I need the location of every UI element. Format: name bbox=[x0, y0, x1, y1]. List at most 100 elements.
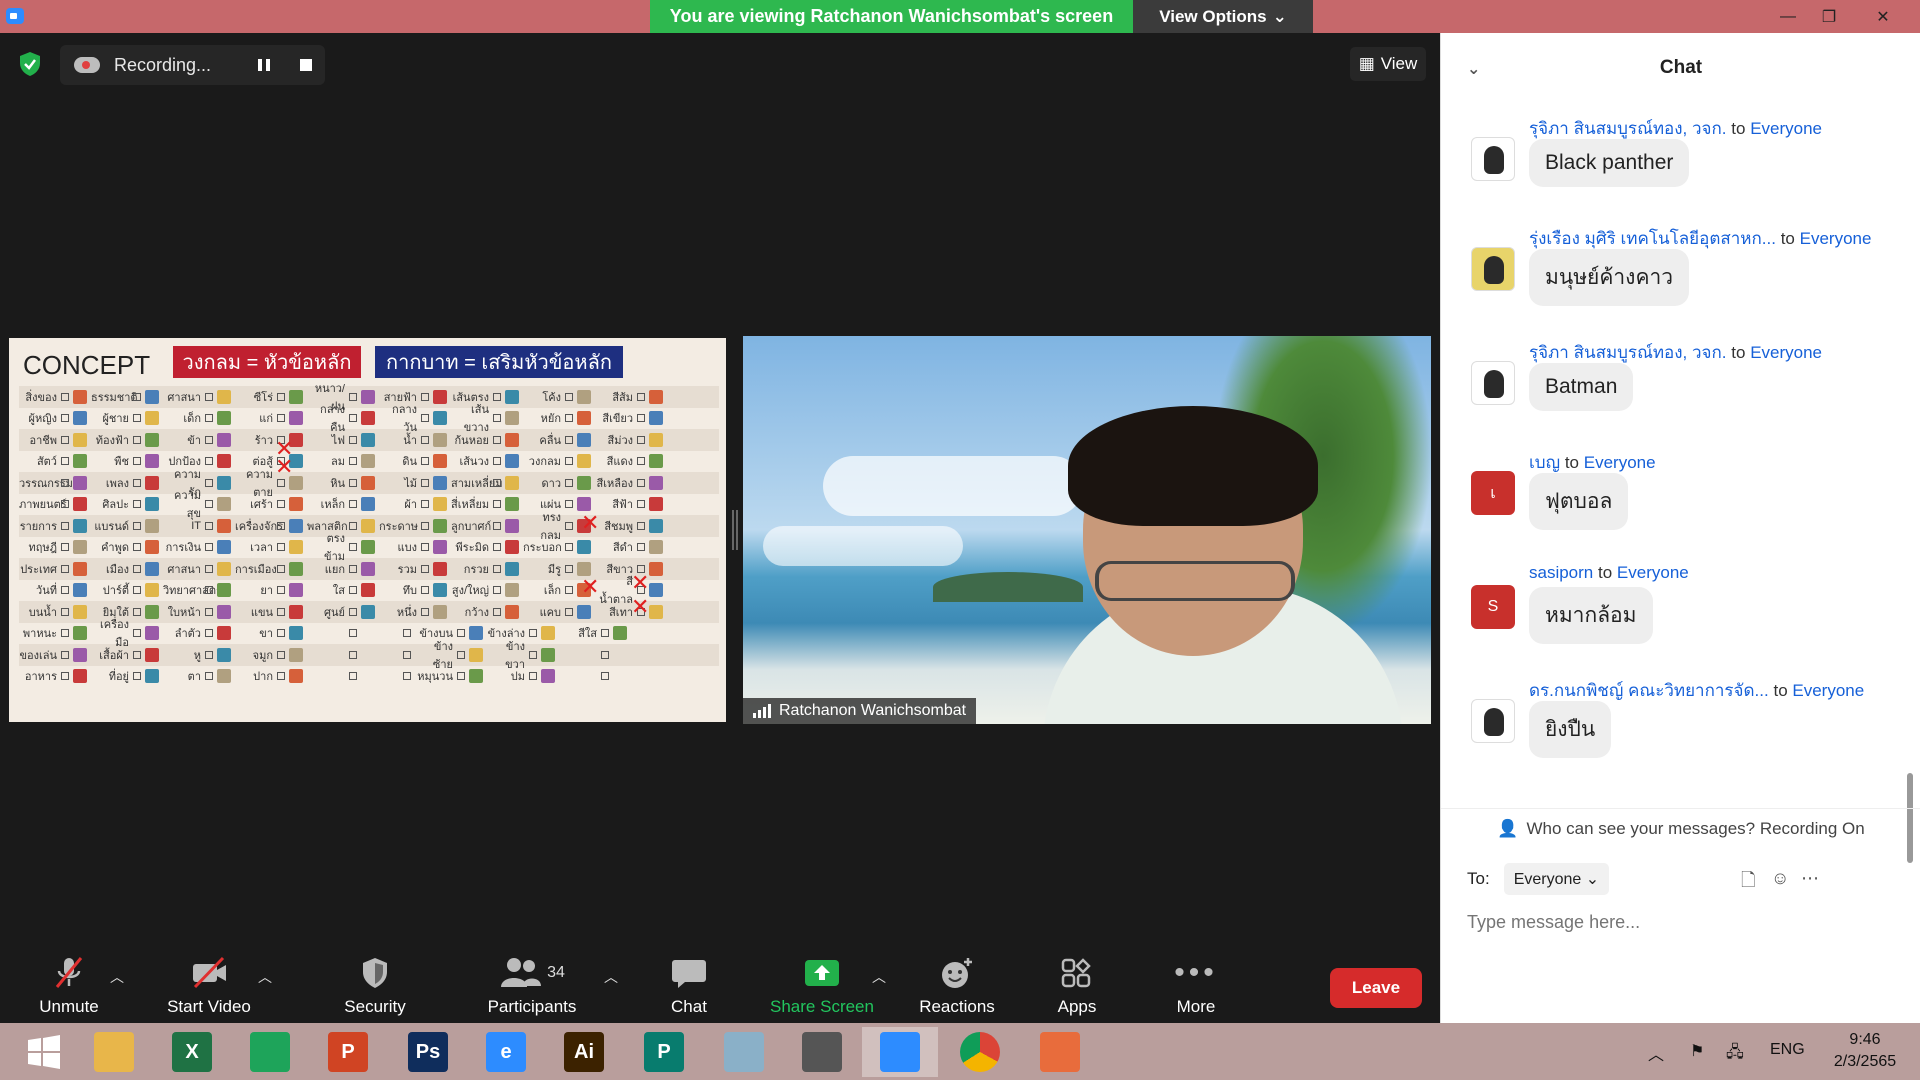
slide-cell-label: คลื่น bbox=[539, 434, 561, 447]
slide-cell-label: สีชมพู bbox=[604, 520, 633, 533]
checkbox-icon bbox=[349, 521, 357, 530]
chat-recipient[interactable]: Everyone bbox=[1750, 343, 1822, 362]
chat-message-list[interactable]: รุจิภา สินสมบูรณ์ทอง, วจก. to Everyone Bl… bbox=[1441, 103, 1920, 808]
input-language[interactable]: ENG bbox=[1770, 1041, 1805, 1059]
participants-options-caret[interactable]: ︿ bbox=[604, 967, 618, 987]
taskbar-publisher-button[interactable]: P bbox=[626, 1027, 702, 1077]
participants-icon bbox=[501, 958, 542, 987]
checkbox-icon bbox=[403, 672, 411, 681]
checkbox-icon bbox=[637, 521, 645, 530]
security-button[interactable]: Security bbox=[328, 943, 422, 1023]
view-button[interactable]: ▦ View bbox=[1350, 47, 1426, 81]
taskbar-chrome-button[interactable] bbox=[942, 1027, 1018, 1077]
taskbar-excel-button[interactable]: X bbox=[154, 1027, 230, 1077]
taskbar-notes-button[interactable] bbox=[706, 1027, 782, 1077]
network-icon[interactable]: 🖧 bbox=[1726, 1041, 1744, 1068]
more-button[interactable]: ••• More bbox=[1158, 943, 1234, 1023]
slide-cell-label: ภาพยนตร์ bbox=[19, 499, 67, 512]
shield-check-icon[interactable] bbox=[18, 51, 42, 77]
chat-sender[interactable]: เบญ bbox=[1529, 453, 1560, 472]
taskbar-zoom-button[interactable] bbox=[862, 1027, 938, 1077]
apps-button[interactable]: Apps bbox=[1040, 943, 1114, 1023]
checkbox-icon bbox=[277, 629, 285, 638]
chat-sender[interactable]: ดร.กนกพิชญ์ คณะวิทยาการจัด... bbox=[1529, 681, 1769, 700]
taskbar-photoscape-button[interactable] bbox=[784, 1027, 860, 1077]
reactions-label: Reactions bbox=[919, 997, 995, 1016]
checkbox-icon bbox=[133, 543, 141, 552]
chat-recipient[interactable]: Everyone bbox=[1584, 453, 1656, 472]
chat-recipient[interactable]: Everyone bbox=[1750, 119, 1822, 138]
participants-button[interactable]: 34 Participants bbox=[476, 943, 588, 1023]
concept-image-icon bbox=[289, 540, 303, 555]
slide-cell-label: เวลา bbox=[250, 542, 273, 555]
windows-logo-icon bbox=[28, 1035, 60, 1069]
chat-recipient[interactable]: Everyone bbox=[1792, 681, 1864, 700]
pause-recording-icon[interactable] bbox=[258, 59, 270, 71]
slide-cell-label: ศาสนา bbox=[167, 391, 201, 404]
concept-image-icon bbox=[145, 454, 159, 469]
taskbar-file-explorer-button[interactable] bbox=[76, 1027, 152, 1077]
concept-image-icon bbox=[433, 475, 447, 490]
restore-button[interactable]: ❐ bbox=[1806, 0, 1852, 33]
unmute-button[interactable]: Unmute bbox=[22, 943, 116, 1023]
reactions-button[interactable]: Reactions bbox=[910, 943, 1004, 1023]
tray-overflow-icon[interactable]: ︿ bbox=[1648, 1041, 1664, 1065]
taskbar-windows-start-button[interactable] bbox=[6, 1027, 82, 1077]
emoji-icon[interactable]: ☺ bbox=[1771, 868, 1789, 889]
slide-cell-label: ข้า bbox=[187, 434, 201, 447]
taskbar-illustrator-button[interactable]: Ai bbox=[546, 1027, 622, 1077]
checkbox-icon bbox=[205, 500, 213, 509]
taskbar-slides-button[interactable] bbox=[1022, 1027, 1098, 1077]
chevron-down-icon[interactable]: ⌄ bbox=[1467, 59, 1480, 79]
start-video-button[interactable]: Start Video bbox=[150, 943, 268, 1023]
chat-recipient[interactable]: Everyone bbox=[1617, 563, 1689, 582]
chat-sender[interactable]: รุจิภา สินสมบูรณ์ทอง, วจก. bbox=[1529, 343, 1727, 362]
more-options-icon[interactable]: ⋯ bbox=[1801, 868, 1819, 889]
slide-cell-label: หยัก bbox=[540, 413, 561, 426]
chat-privacy-notice[interactable]: 👤 Who can see your messages? Recording O… bbox=[1441, 808, 1920, 848]
chat-button[interactable]: Chat bbox=[650, 943, 728, 1023]
file-icon[interactable]: 🗋 bbox=[1741, 868, 1755, 898]
checkbox-icon bbox=[565, 543, 573, 552]
slide-cell-label: สีม่วง bbox=[607, 434, 633, 447]
taskbar-photoshop-button[interactable]: Ps bbox=[390, 1027, 466, 1077]
audio-options-caret[interactable]: ︿ bbox=[110, 967, 124, 987]
checkbox-icon bbox=[421, 564, 429, 573]
stop-recording-icon[interactable] bbox=[300, 59, 312, 71]
video-options-caret[interactable]: ︿ bbox=[258, 967, 272, 987]
concept-image-icon bbox=[505, 518, 519, 533]
leave-button[interactable]: Leave bbox=[1330, 968, 1422, 1008]
share-options-caret[interactable]: ︿ bbox=[872, 967, 886, 987]
taskbar-internet-explorer-button[interactable]: e bbox=[468, 1027, 544, 1077]
checkbox-icon bbox=[601, 672, 609, 681]
concept-image-icon bbox=[505, 475, 519, 490]
chat-sender[interactable]: รุ่งเรือง มุศิริ เทคโนโลยีอุตสาหก... bbox=[1529, 229, 1776, 248]
checkbox-icon bbox=[493, 586, 501, 595]
chat-sender[interactable]: sasiporn bbox=[1529, 563, 1593, 582]
system-clock[interactable]: 9:46 2/3/2565 bbox=[1820, 1029, 1910, 1073]
chat-sender[interactable]: รุจิภา สินสมบูรณ์ทอง, วจก. bbox=[1529, 119, 1727, 138]
checkbox-icon bbox=[637, 392, 645, 401]
excel-icon: X bbox=[172, 1032, 212, 1072]
checkbox-icon bbox=[277, 414, 285, 423]
recipient-select[interactable]: Everyone ⌄ bbox=[1503, 863, 1610, 895]
network-flag-icon[interactable]: ⚑ bbox=[1690, 1041, 1704, 1061]
close-button[interactable]: ✕ bbox=[1860, 0, 1906, 33]
checkbox-icon bbox=[61, 435, 69, 444]
split-view-handle[interactable] bbox=[732, 510, 738, 550]
checkbox-icon bbox=[493, 435, 501, 444]
slide-cell-label: ใบหน้า bbox=[167, 606, 201, 619]
checkbox-icon bbox=[349, 500, 357, 509]
chat-message-input[interactable] bbox=[1467, 905, 1887, 939]
slide-cell-label: สีแดง bbox=[606, 456, 633, 469]
checkbox-icon bbox=[205, 414, 213, 423]
view-options-button[interactable]: View Options ⌄ bbox=[1133, 0, 1313, 33]
chat-recipient[interactable]: Everyone bbox=[1800, 229, 1872, 248]
share-screen-button[interactable]: Share Screen bbox=[762, 943, 882, 1023]
concept-image-icon bbox=[577, 411, 591, 426]
taskbar-sheets-button[interactable] bbox=[232, 1027, 308, 1077]
taskbar-powerpoint-button[interactable]: P bbox=[310, 1027, 386, 1077]
checkbox-icon bbox=[421, 607, 429, 616]
checkbox-icon bbox=[205, 629, 213, 638]
minimize-button[interactable]: — bbox=[1765, 0, 1811, 33]
